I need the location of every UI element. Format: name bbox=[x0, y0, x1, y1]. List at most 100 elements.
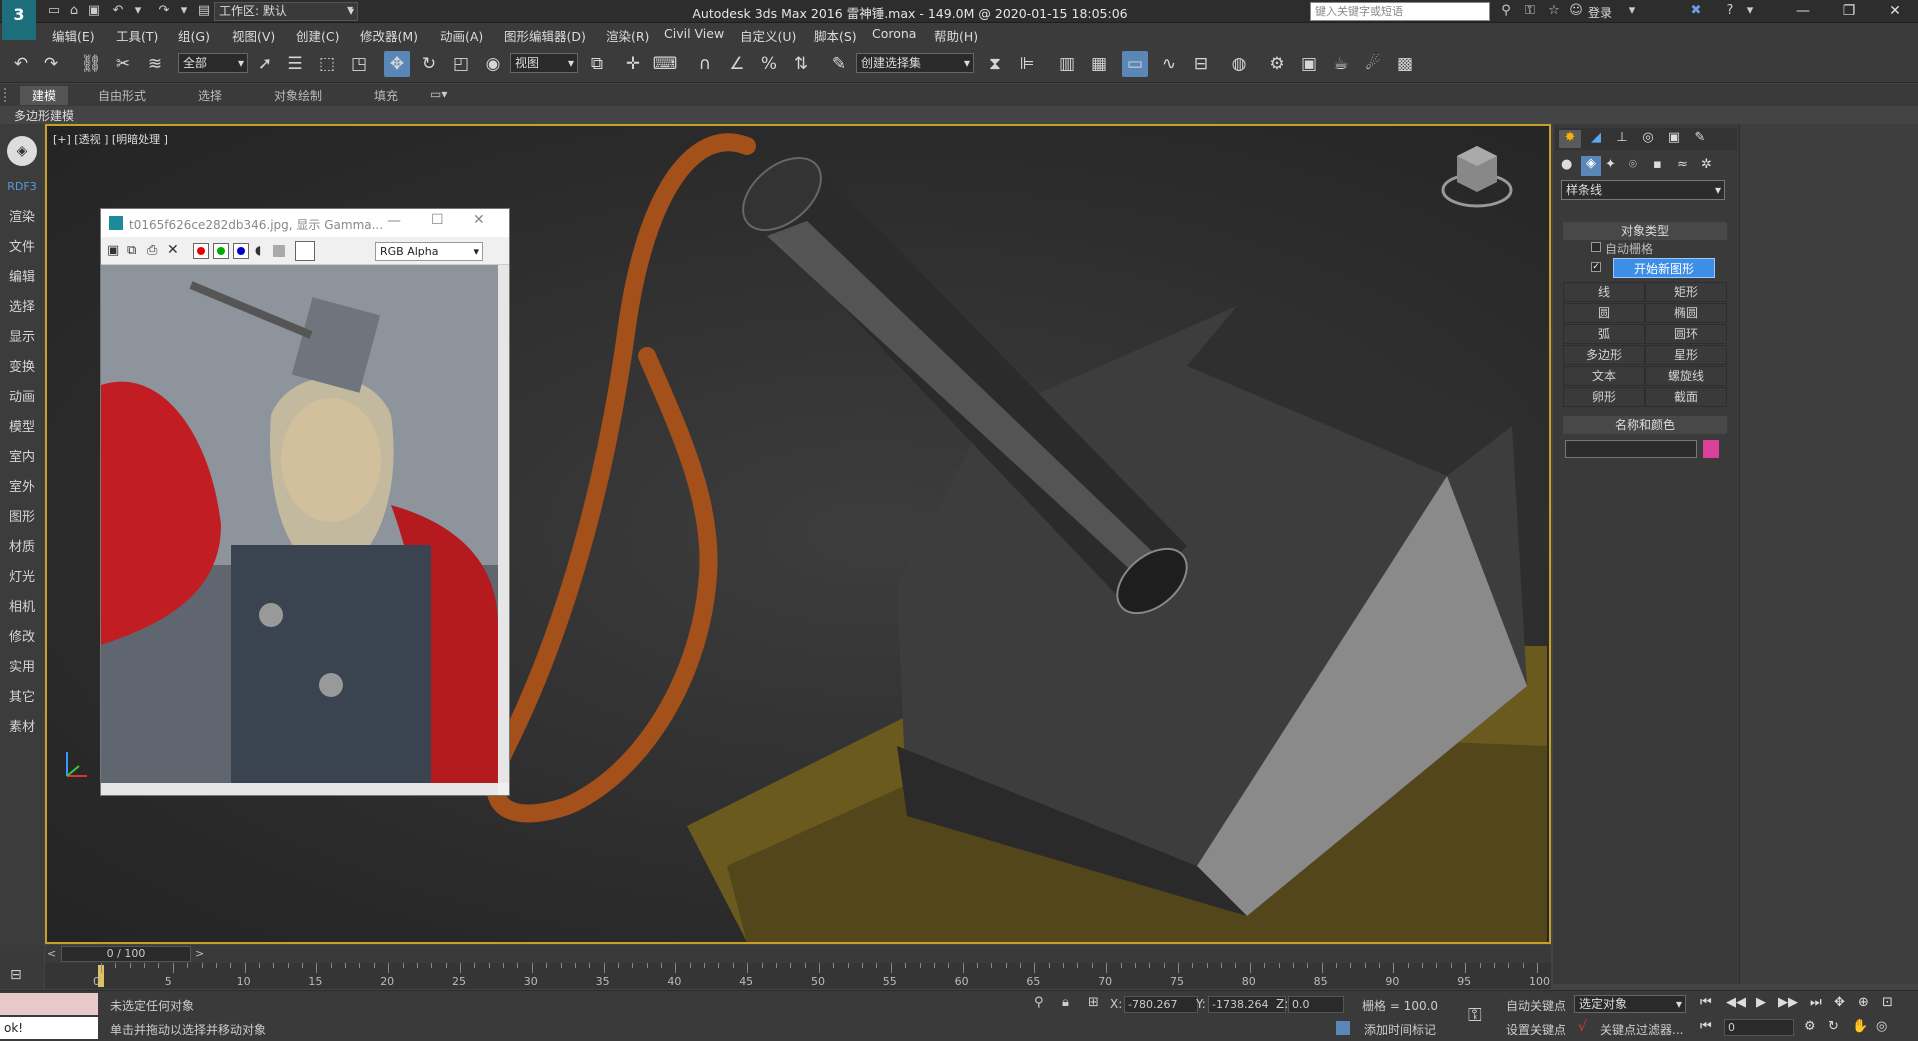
hierarchy-tab-icon[interactable]: ⊥ bbox=[1611, 130, 1633, 148]
pan-view-icon[interactable]: ✥ bbox=[1834, 995, 1845, 1010]
sidebar-item-lights[interactable]: 灯光 bbox=[0, 566, 44, 585]
ribbon-panel-label[interactable]: 多边形建模 bbox=[14, 107, 74, 124]
scene-explorer-icon[interactable]: ▦ bbox=[1086, 51, 1112, 77]
open-file-icon[interactable]: ⌂ bbox=[64, 2, 84, 20]
rect-selection-icon[interactable]: ⬚ bbox=[314, 51, 340, 77]
help-dropdown-icon[interactable]: ▾ bbox=[1740, 2, 1760, 20]
menu-help[interactable]: 帮助(H) bbox=[934, 26, 978, 45]
ngon-button[interactable]: 多边形 bbox=[1563, 345, 1645, 365]
modify-tab-icon[interactable]: ◢ bbox=[1585, 130, 1607, 148]
goto-end-icon[interactable]: ⏭ bbox=[1810, 995, 1822, 1010]
prev-frame-icon[interactable]: < bbox=[47, 947, 56, 960]
link-icon[interactable]: ⛓ bbox=[78, 51, 104, 77]
absolute-mode-icon[interactable]: ⊞ bbox=[1088, 995, 1099, 1010]
helix-button[interactable]: 螺旋线 bbox=[1645, 366, 1727, 386]
clear-icon[interactable]: ✕ bbox=[167, 242, 179, 258]
geometry-icon[interactable]: ● bbox=[1561, 157, 1572, 172]
motion-tab-icon[interactable]: ◎ bbox=[1637, 130, 1659, 148]
align-icon[interactable]: ⊫ bbox=[1014, 51, 1040, 77]
time-config-icon[interactable]: ⚙ bbox=[1804, 1019, 1816, 1034]
render-setup-icon[interactable]: ⚙ bbox=[1264, 51, 1290, 77]
menu-scripting[interactable]: 脚本(S) bbox=[814, 26, 857, 45]
lights-icon[interactable]: ✦ bbox=[1605, 157, 1616, 172]
space-warps-icon[interactable]: ≈ bbox=[1677, 157, 1688, 172]
login-link[interactable]: 登录 bbox=[1588, 4, 1612, 21]
save-icon[interactable]: ▣ bbox=[84, 2, 104, 20]
snaps-toggle-icon[interactable]: ∩ bbox=[692, 51, 718, 77]
hand-pan-icon[interactable]: ✋ bbox=[1852, 1019, 1868, 1034]
print-icon[interactable]: ⎙ bbox=[147, 243, 157, 258]
ribbon-toggle-icon[interactable]: ▭ bbox=[1122, 51, 1148, 77]
pivot-center-icon[interactable]: ⧉ bbox=[584, 51, 610, 77]
next-key-icon[interactable]: ▶▶ bbox=[1778, 995, 1798, 1010]
object-type-rollout-header[interactable]: 对象类型 bbox=[1563, 222, 1727, 240]
login-dropdown-icon[interactable]: ▾ bbox=[1622, 2, 1642, 20]
render-activeshade-icon[interactable]: ▩ bbox=[1392, 51, 1418, 77]
walk-through-icon[interactable]: ◎ bbox=[1876, 1019, 1887, 1034]
sidebar-item-edit[interactable]: 编辑 bbox=[0, 266, 44, 285]
named-selection-select[interactable]: 创建选择集 ▾ bbox=[856, 53, 974, 73]
time-tag-icon[interactable] bbox=[1336, 1021, 1350, 1035]
shapes-icon[interactable]: ◈ bbox=[1581, 156, 1601, 176]
layer-manager-icon[interactable]: ▥ bbox=[1054, 51, 1080, 77]
create-tab-icon[interactable]: ✸ bbox=[1559, 130, 1581, 148]
mono-toggle-icon[interactable] bbox=[273, 245, 285, 257]
workspace-select[interactable]: 工作区: 默认 ▾ bbox=[214, 2, 358, 21]
tab-freeform[interactable]: 自由形式 bbox=[98, 87, 146, 104]
keyboard-shortcut-icon[interactable]: ⌨ bbox=[652, 51, 678, 77]
goto-start-icon[interactable]: ⏮ bbox=[1700, 995, 1712, 1010]
arc-button[interactable]: 弧 bbox=[1563, 324, 1645, 344]
add-time-tag-button[interactable]: 添加时间标记 bbox=[1364, 1021, 1436, 1038]
sidebar-item-interior[interactable]: 室内 bbox=[0, 446, 44, 465]
bind-space-warp-icon[interactable]: ≋ bbox=[142, 51, 168, 77]
background-color-swatch[interactable] bbox=[295, 241, 315, 261]
help-icon[interactable]: ? bbox=[1720, 2, 1740, 20]
display-tab-icon[interactable]: ▣ bbox=[1663, 130, 1685, 148]
exchange-icon[interactable]: ✖ bbox=[1686, 2, 1706, 20]
search-input[interactable]: 键入关键字或短语 bbox=[1310, 2, 1490, 21]
window-crossing-icon[interactable]: ◳ bbox=[346, 51, 372, 77]
angle-snap-icon[interactable]: ∠ bbox=[724, 51, 750, 77]
maximize-button[interactable]: ☐ bbox=[431, 212, 444, 228]
menu-edit[interactable]: 编辑(E) bbox=[52, 26, 95, 45]
redo-icon[interactable]: ↷ bbox=[154, 2, 174, 20]
menu-group[interactable]: 组(G) bbox=[178, 26, 210, 45]
red-channel-button[interactable] bbox=[193, 243, 209, 259]
mirror-icon[interactable]: ⧗ bbox=[982, 51, 1008, 77]
green-channel-button[interactable] bbox=[213, 243, 229, 259]
viewport-label[interactable]: [+] [透视 ] [明暗处理 ] bbox=[53, 131, 168, 147]
zoom-extents-icon[interactable]: ⊕ bbox=[1858, 995, 1869, 1010]
rendered-frame-icon[interactable]: ▣ bbox=[1296, 51, 1322, 77]
channel-select[interactable]: RGB Alpha ▾ bbox=[375, 242, 483, 261]
favorites-icon[interactable]: ☆ bbox=[1544, 2, 1564, 20]
orbit-icon[interactable]: ↻ bbox=[1828, 1019, 1839, 1034]
undo-icon[interactable]: ↶ bbox=[108, 2, 128, 20]
helpers-icon[interactable]: ▪ bbox=[1653, 157, 1662, 172]
prev-key-icon[interactable]: ◀◀ bbox=[1726, 995, 1746, 1010]
select-move-icon[interactable]: ✥ bbox=[384, 51, 410, 77]
systems-icon[interactable]: ✲ bbox=[1701, 157, 1712, 172]
start-new-shape-button[interactable]: 开始新图形 bbox=[1613, 258, 1715, 278]
curve-editor-toggle-icon[interactable]: ⊟ bbox=[10, 967, 22, 983]
tab-object-paint[interactable]: 对象绘制 bbox=[274, 87, 322, 104]
ellipse-button[interactable]: 椭圆 bbox=[1645, 303, 1727, 323]
schematic-view-icon[interactable]: ⊟ bbox=[1188, 51, 1214, 77]
z-coordinate-field[interactable]: 0.0 bbox=[1288, 996, 1344, 1013]
sidebar-item-other[interactable]: 其它 bbox=[0, 686, 44, 705]
subscription-icon[interactable]: ⚿ bbox=[1520, 2, 1540, 20]
sidebar-item-transform[interactable]: 变换 bbox=[0, 356, 44, 375]
manipulate-icon[interactable]: ✛ bbox=[620, 51, 646, 77]
spinner-snap-icon[interactable]: ⇅ bbox=[788, 51, 814, 77]
minimize-button[interactable]: — bbox=[387, 213, 401, 229]
tab-selection[interactable]: 选择 bbox=[198, 87, 222, 104]
project-folder-icon[interactable]: ▤ bbox=[194, 2, 214, 20]
image-viewer-titlebar[interactable]: t0165f626ce282db346.jpg, 显示 Gamma... — ☐… bbox=[101, 209, 509, 237]
time-slider[interactable]: < 0 / 100 > bbox=[45, 945, 1551, 963]
menu-tools[interactable]: 工具(T) bbox=[116, 26, 158, 45]
menu-civil-view[interactable]: Civil View bbox=[664, 26, 724, 41]
key-mode-icon[interactable]: ⏮ bbox=[1700, 1019, 1712, 1034]
redo-dropdown-icon[interactable]: ▾ bbox=[174, 2, 194, 20]
utilities-tab-icon[interactable]: ✎ bbox=[1689, 130, 1711, 148]
horizontal-scrollbar[interactable] bbox=[101, 783, 498, 795]
sidebar-item-materials[interactable]: 材质 bbox=[0, 536, 44, 555]
